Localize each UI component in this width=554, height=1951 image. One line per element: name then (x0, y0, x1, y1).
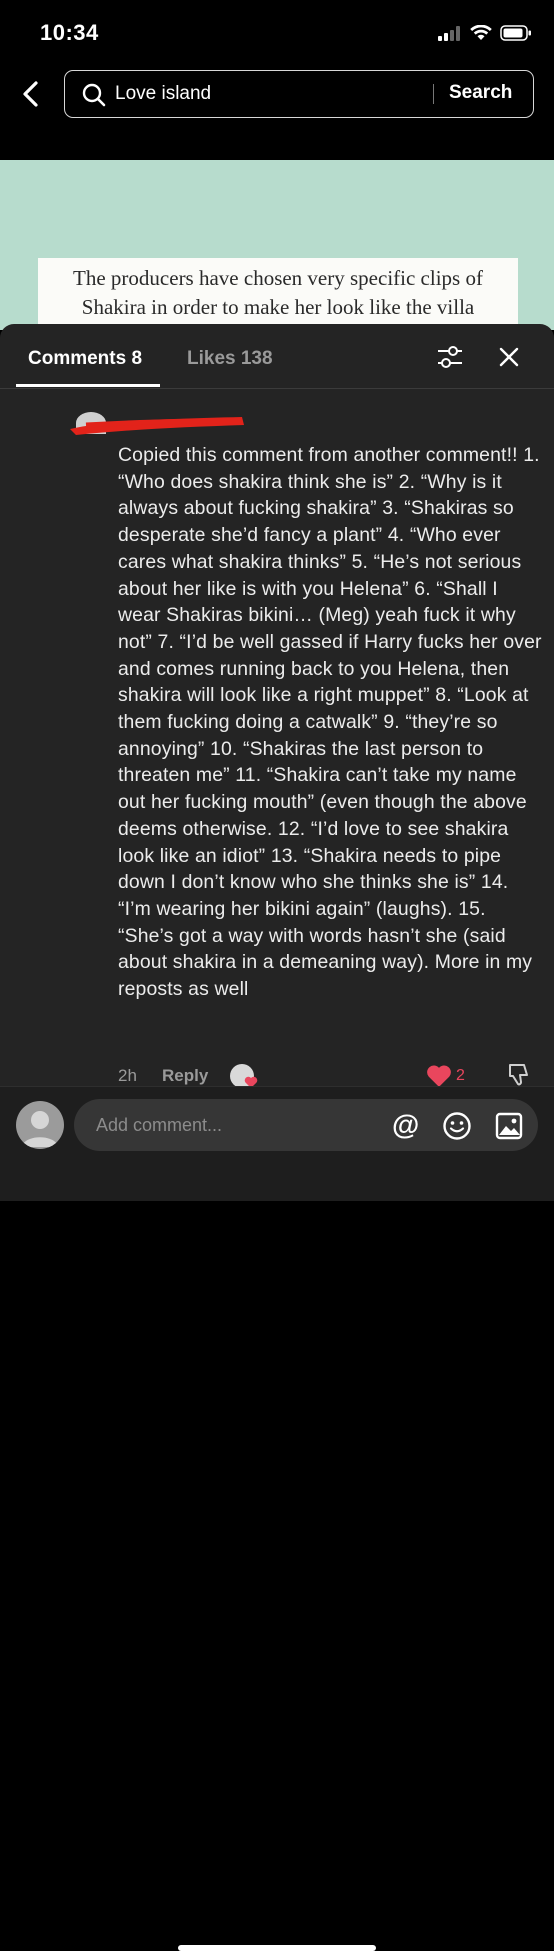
add-comment-placeholder: Add comment... (96, 1115, 223, 1135)
search-icon (82, 83, 106, 107)
search-divider (433, 84, 434, 104)
redaction-scribble (70, 417, 244, 435)
tab-comments[interactable]: Comments 8 (28, 348, 142, 370)
like-count: 2 (456, 1067, 465, 1084)
add-comment-input[interactable]: Add comment... @ (74, 1099, 538, 1151)
video-caption: The producers have chosen very specific … (38, 258, 518, 330)
filter-icon[interactable] (436, 344, 464, 370)
comment-input-bar: Add comment... @ (0, 1086, 554, 1951)
search-input[interactable]: Love island Search (64, 70, 534, 118)
status-bar: 10:34 (0, 0, 554, 60)
tab-likes[interactable]: Likes 138 (187, 348, 273, 370)
close-icon[interactable] (498, 346, 520, 368)
like-heart-icon[interactable] (426, 1064, 452, 1087)
user-avatar (16, 1101, 64, 1149)
dislike-icon[interactable] (506, 1062, 532, 1088)
search-query[interactable]: Love island (115, 83, 211, 105)
search-button[interactable]: Search (449, 82, 512, 104)
emoji-icon[interactable] (442, 1111, 472, 1141)
signal-icon (438, 26, 460, 41)
battery-icon (500, 25, 531, 41)
comment-text: Copied this comment from another comment… (118, 444, 542, 1001)
search-header: Love island Search (0, 60, 554, 160)
active-tab-underline (16, 384, 160, 387)
caption-line-2: Shakira in order to make her look like t… (81, 295, 475, 319)
video-preview[interactable]: The producers have chosen very specific … (0, 160, 554, 330)
comments-tabs: Comments 8 Likes 138 (0, 324, 554, 389)
home-indicator (178, 1945, 376, 1951)
mention-icon[interactable]: @ (392, 1110, 419, 1140)
back-arrow-icon[interactable] (16, 78, 46, 110)
image-icon[interactable] (494, 1111, 524, 1141)
status-icons (438, 22, 532, 44)
comment-timestamp: 2h (118, 1066, 137, 1085)
status-time: 10:34 (40, 20, 99, 45)
caption-line-1: The producers have chosen very specific … (73, 266, 483, 290)
comments-sheet: Comments 8 Likes 138 Copied this comment… (0, 324, 554, 1951)
wifi-icon (470, 25, 492, 40)
reply-button[interactable]: Reply (162, 1066, 208, 1086)
avatar-silhouette-icon (22, 1111, 58, 1147)
